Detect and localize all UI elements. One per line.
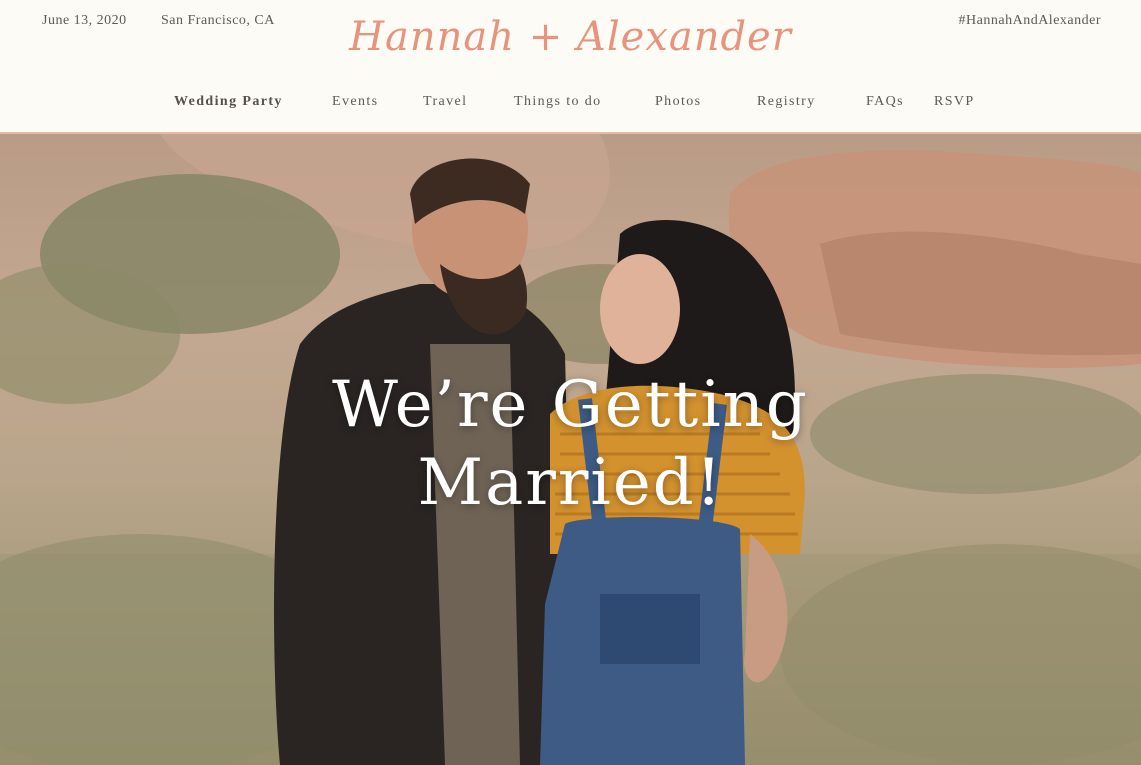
- hero-title: We’re Getting Married!: [0, 366, 1141, 522]
- nav-item-photos[interactable]: Photos: [655, 94, 702, 110]
- nav-item-wedding-party[interactable]: Wedding Party: [174, 94, 283, 110]
- nav-item-events[interactable]: Events: [332, 94, 379, 110]
- hero-banner: We’re Getting Married!: [0, 134, 1141, 765]
- nav-item-things-to-do[interactable]: Things to do: [514, 94, 602, 110]
- site-header: June 13, 2020 San Francisco, CA #HannahA…: [0, 0, 1141, 134]
- main-nav: Wedding Party Events Travel Things to do…: [0, 94, 1141, 114]
- hero-title-line1: We’re Getting: [332, 368, 809, 442]
- hero-title-line2: Married!: [417, 446, 724, 520]
- nav-item-rsvp[interactable]: RSVP: [934, 94, 975, 110]
- nav-item-registry[interactable]: Registry: [757, 94, 816, 110]
- couple-logo[interactable]: Hannah + Alexander: [0, 14, 1141, 60]
- nav-item-faqs[interactable]: FAQs: [866, 94, 904, 110]
- nav-item-travel[interactable]: Travel: [423, 94, 467, 110]
